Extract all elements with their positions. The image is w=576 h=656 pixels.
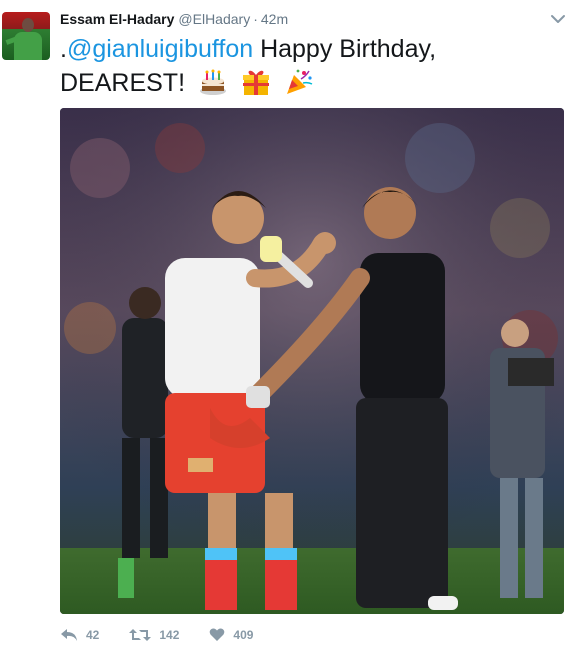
- heart-icon: [210, 628, 225, 641]
- author-avatar[interactable]: [2, 12, 50, 60]
- reply-count: 42: [86, 628, 100, 642]
- retweet-action[interactable]: 142: [129, 628, 179, 642]
- photo-image: [60, 108, 564, 614]
- like-count: 409: [233, 628, 254, 642]
- tweet-header: Essam El-Hadary @ElHadary · 42m: [60, 11, 288, 31]
- tweet-actions: 42 142 409: [60, 625, 283, 645]
- reply-icon: [61, 629, 77, 641]
- mention-link[interactable]: @gianluigibuffon: [67, 35, 253, 63]
- wrapped-gift-icon: [242, 70, 269, 95]
- header-separator: ·: [253, 11, 258, 27]
- author-handle[interactable]: @ElHadary: [178, 11, 250, 27]
- party-popper-icon: [286, 69, 313, 94]
- reply-action[interactable]: 42: [60, 628, 99, 642]
- tweet-timestamp[interactable]: 42m: [261, 11, 288, 27]
- text-prefix: .: [60, 35, 67, 63]
- retweet-count: 142: [159, 628, 180, 642]
- avatar-body: [14, 32, 42, 60]
- retweet-icon: [129, 629, 152, 641]
- tweet-card[interactable]: Essam El-Hadary @ElHadary · 42m .@gianlu…: [0, 0, 576, 656]
- avatar-head: [22, 18, 34, 32]
- like-action[interactable]: 409: [209, 628, 253, 642]
- chevron-down-icon[interactable]: [550, 12, 566, 26]
- birthday-cake-icon: [199, 69, 226, 95]
- tweet-photo[interactable]: [60, 108, 564, 614]
- tweet-text: .@gianluigibuffon Happy Birthday, DEARES…: [60, 32, 560, 100]
- author-name[interactable]: Essam El-Hadary: [60, 11, 174, 27]
